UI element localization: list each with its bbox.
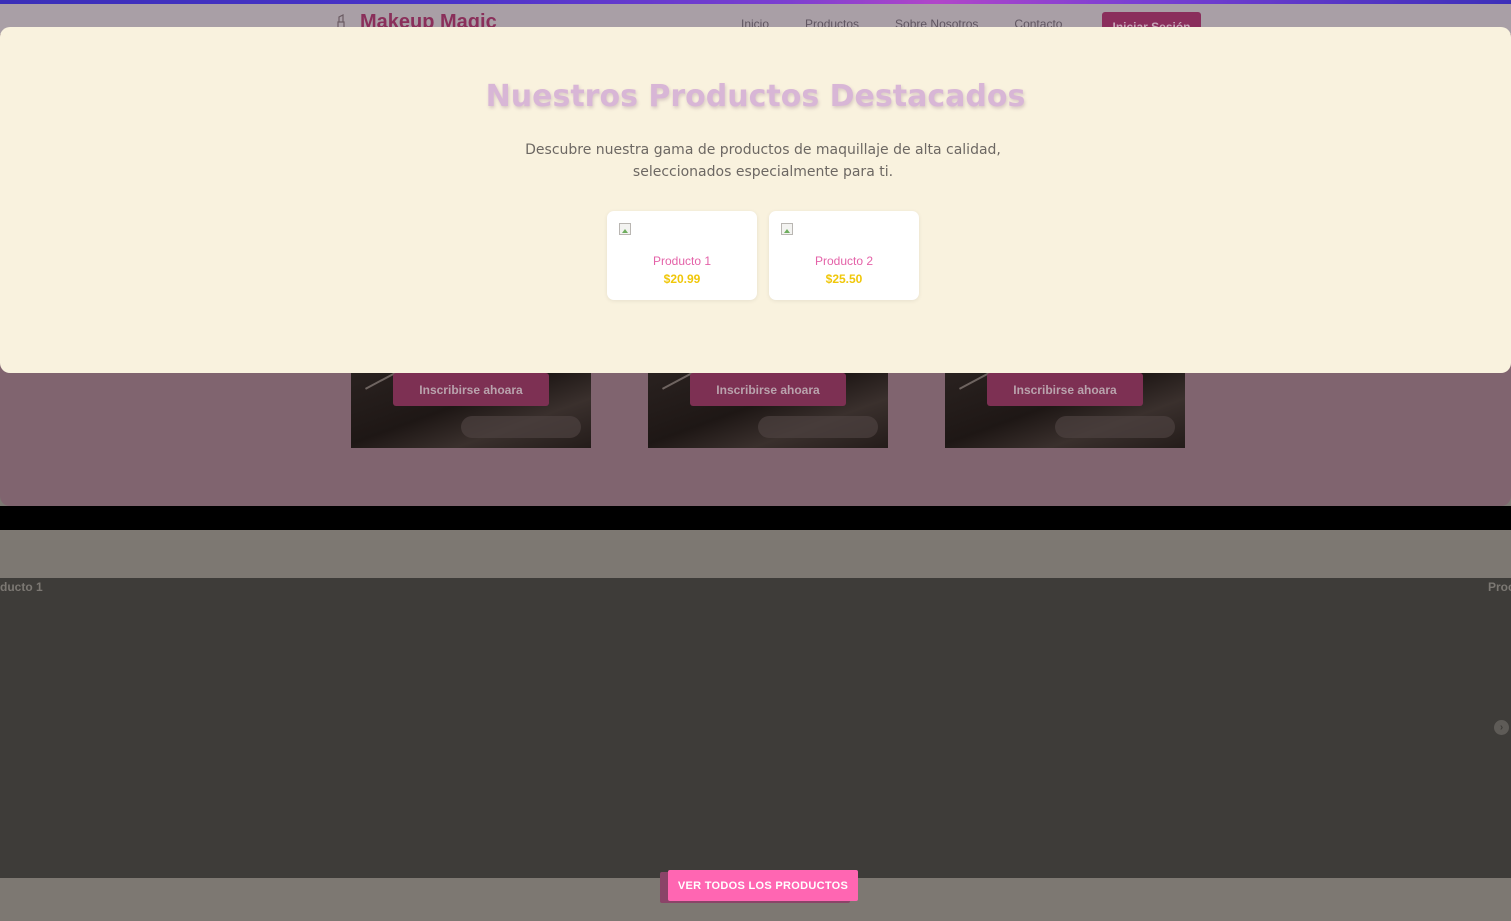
products-header-band [0, 530, 1511, 578]
description-line: seleccionados especialmente para ti. [632, 164, 894, 180]
product-card[interactable]: Producto 1 $20.99 [607, 211, 757, 300]
chevron-right-icon[interactable]: › [1494, 720, 1509, 735]
chevron-left-icon[interactable]: ‹ [0, 720, 6, 734]
product-carousel: ducto 1 Proc ‹ › [0, 578, 1511, 878]
broken-image-icon [619, 223, 631, 235]
product-name: Producto 1 [652, 254, 712, 268]
product-price: $25.50 [825, 272, 863, 286]
modal-description: Descubre nuestra gama de productos de ma… [505, 139, 1021, 183]
course-card: Inscribirse ahoara [351, 370, 591, 448]
modal-title: Nuestros Productos Destacados [485, 79, 1026, 114]
enroll-button[interactable]: Inscribirse ahoara [987, 373, 1143, 406]
product-price: $20.99 [663, 272, 701, 286]
carousel-item-label: ducto 1 [0, 580, 43, 594]
enroll-button[interactable]: Inscribirse ahoara [690, 373, 846, 406]
section-divider [0, 506, 1511, 530]
carousel-item-label: Proc [1488, 580, 1511, 594]
description-line: Descubre nuestra gama de productos de ma… [525, 142, 1001, 158]
product-card[interactable]: Producto 2 $25.50 [769, 211, 919, 300]
broken-image-icon [781, 223, 793, 235]
product-name: Producto 2 [814, 254, 874, 268]
featured-products-modal: Nuestros Productos Destacados Descubre n… [0, 27, 1511, 373]
view-all-products-button[interactable]: VER TODOS LOS PRODUCTOS [668, 870, 858, 901]
enroll-button[interactable]: Inscribirse ahoara [393, 373, 549, 406]
course-card: Inscribirse ahoara [945, 370, 1185, 448]
course-card: Inscribirse ahoara [648, 370, 888, 448]
